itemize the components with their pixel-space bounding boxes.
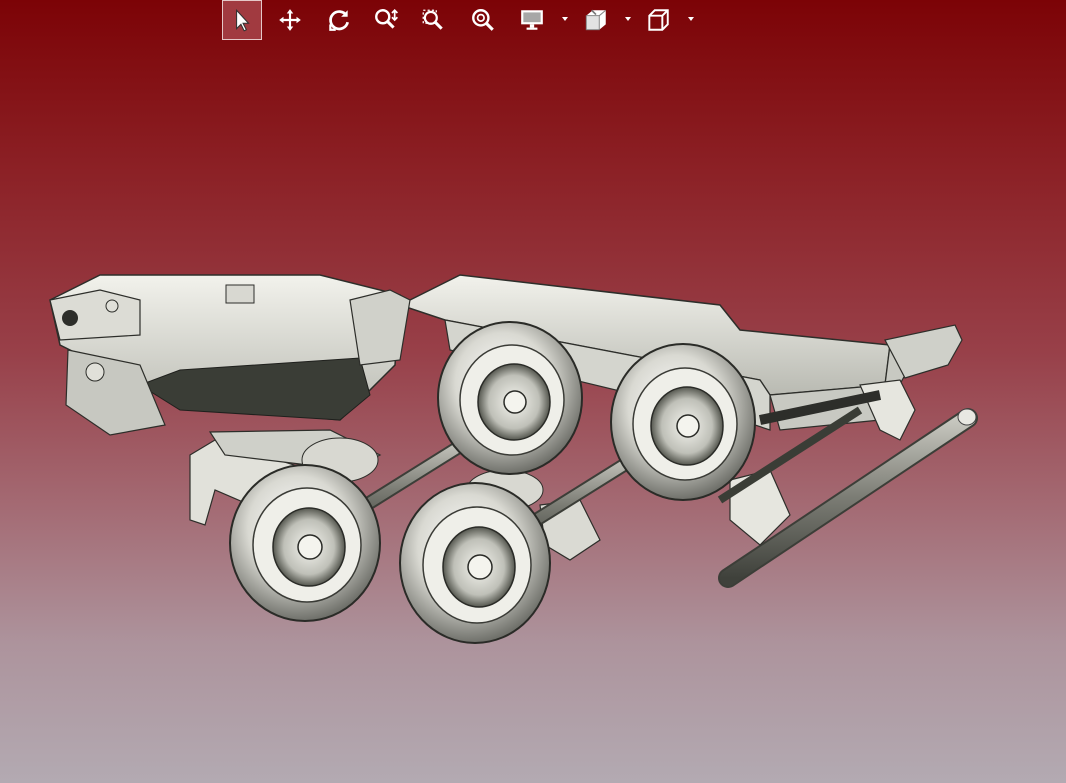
zoom-icon: [375, 9, 398, 29]
view-orientation-button[interactable]: [638, 0, 678, 40]
select-tool-button[interactable]: [222, 0, 262, 40]
chevron-down-icon[interactable]: [686, 14, 696, 24]
section-view-button[interactable]: [576, 0, 616, 40]
rotate-tool-button[interactable]: [319, 0, 359, 40]
trailer-chassis-model[interactable]: [49, 274, 978, 644]
zoom-fit-tool-button[interactable]: [463, 0, 503, 40]
zoom-tool-button[interactable]: [366, 0, 406, 40]
cube-icon: [648, 9, 669, 31]
front-box: [49, 274, 411, 436]
wheel-rear-left: [229, 464, 381, 622]
move-arrows-icon: [279, 9, 301, 31]
chevron-down-icon[interactable]: [560, 14, 570, 24]
rotate-icon: [329, 10, 349, 31]
pan-tool-button[interactable]: [270, 0, 310, 40]
zoom-window-tool-button[interactable]: [413, 0, 453, 40]
monitor-icon: [521, 10, 543, 30]
zoom-fit-icon: [472, 9, 494, 31]
3d-viewport[interactable]: [0, 0, 1066, 783]
wheel-front-right: [610, 343, 756, 501]
wheel-rear-right: [437, 321, 583, 475]
arrow-cursor-icon: [236, 8, 250, 32]
display-mode-button[interactable]: [512, 0, 552, 40]
zoom-window-icon: [422, 9, 443, 30]
chevron-down-icon[interactable]: [623, 14, 633, 24]
wheel-front-left: [399, 482, 551, 644]
section-cube-icon: [585, 9, 607, 31]
